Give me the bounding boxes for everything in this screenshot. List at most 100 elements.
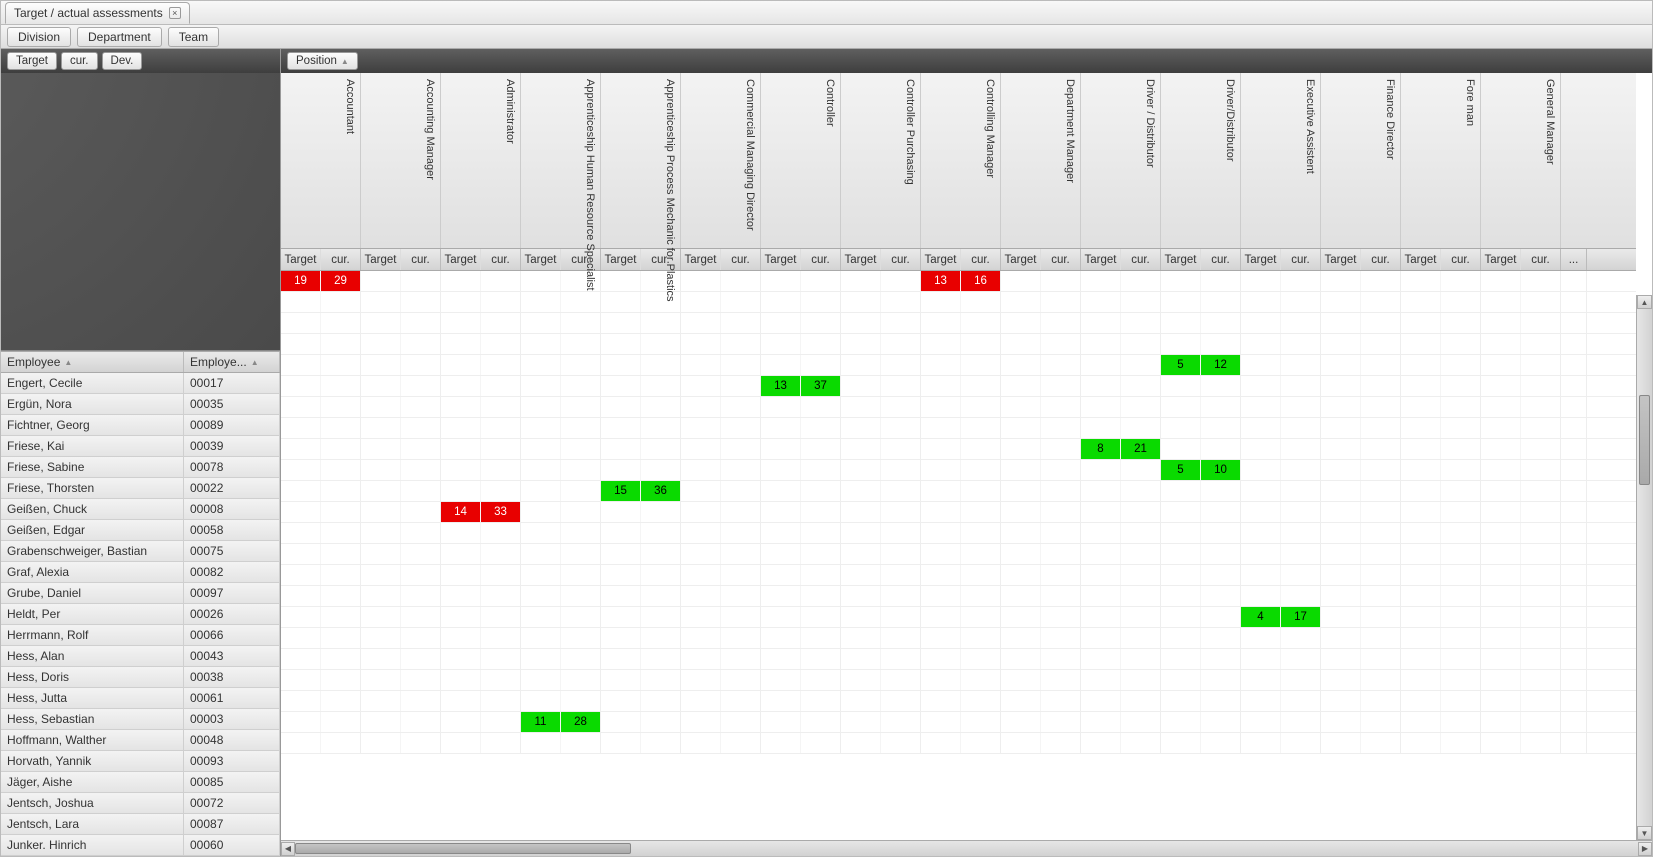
scroll-left-icon[interactable]: ◀ xyxy=(281,842,295,856)
employee-row[interactable]: Jentsch, Lara00087 xyxy=(1,814,280,835)
position-header[interactable]: Accountant xyxy=(281,73,361,248)
employee-row[interactable]: Herrmann, Rolf00066 xyxy=(1,625,280,646)
position-header[interactable]: Finance Director xyxy=(1321,73,1401,248)
employee-row[interactable]: Horvath, Yannik00093 xyxy=(1,751,280,772)
dev-chip[interactable]: Dev. xyxy=(102,52,143,70)
employee-no-cell: 00085 xyxy=(184,772,280,792)
cur-header[interactable]: cur. xyxy=(401,249,440,270)
target-header[interactable]: Target xyxy=(1401,249,1441,270)
grid-cell-group xyxy=(1401,649,1481,669)
cur-header[interactable]: cur. xyxy=(881,249,920,270)
position-header[interactable]: Driver/Distributor xyxy=(1161,73,1241,248)
employee-row[interactable]: Hess, Sebastian00003 xyxy=(1,709,280,730)
horizontal-scroll-track[interactable] xyxy=(295,841,1638,856)
target-header[interactable]: Target xyxy=(761,249,801,270)
cur-header[interactable]: cur. xyxy=(1281,249,1320,270)
position-header[interactable]: Administrator xyxy=(441,73,521,248)
position-grouper[interactable]: Position xyxy=(287,52,358,70)
employee-row[interactable]: Hoffmann, Walther00048 xyxy=(1,730,280,751)
extra-columns-header[interactable]: ... xyxy=(1561,249,1587,270)
target-header[interactable]: Target xyxy=(1241,249,1281,270)
target-value-cell: 5 xyxy=(1161,355,1201,375)
position-header[interactable]: Controlling Manager xyxy=(921,73,1001,248)
target-header[interactable]: Target xyxy=(1081,249,1121,270)
employee-row[interactable]: Friese, Thorsten00022 xyxy=(1,478,280,499)
employee-row[interactable]: Hess, Alan00043 xyxy=(1,646,280,667)
cur-value-cell xyxy=(1121,649,1160,669)
position-header[interactable]: Executive Assistent xyxy=(1241,73,1321,248)
target-header[interactable]: Target xyxy=(681,249,721,270)
scroll-up-icon[interactable]: ▲ xyxy=(1637,295,1652,309)
position-header[interactable]: Commercial Managing Director xyxy=(681,73,761,248)
cur-header[interactable]: cur. xyxy=(321,249,360,270)
employee-row[interactable]: Hess, Doris00038 xyxy=(1,667,280,688)
cur-header[interactable]: cur. xyxy=(1361,249,1400,270)
cur-value-cell xyxy=(1521,481,1560,501)
position-header[interactable]: Accounting Manager xyxy=(361,73,441,248)
target-header[interactable]: Target xyxy=(441,249,481,270)
employee-row[interactable]: Geißen, Chuck00008 xyxy=(1,499,280,520)
target-header[interactable]: Target xyxy=(281,249,321,270)
employee-row[interactable]: Ergün, Nora00035 xyxy=(1,394,280,415)
cur-header[interactable]: cur. xyxy=(1441,249,1480,270)
position-header[interactable]: General Manager xyxy=(1481,73,1561,248)
cur-header[interactable]: cur. xyxy=(1041,249,1080,270)
horizontal-scroll-thumb[interactable] xyxy=(295,843,631,854)
target-header[interactable]: Target xyxy=(1321,249,1361,270)
target-value-cell xyxy=(1081,481,1121,501)
employee-row[interactable]: Fichtner, Georg00089 xyxy=(1,415,280,436)
target-header[interactable]: Target xyxy=(361,249,401,270)
close-icon[interactable]: × xyxy=(169,7,181,19)
employee-row[interactable]: Geißen, Edgar00058 xyxy=(1,520,280,541)
employee-row[interactable]: Graf, Alexia00082 xyxy=(1,562,280,583)
employee-column-header[interactable]: Employee xyxy=(1,352,184,372)
target-header[interactable]: Target xyxy=(1161,249,1201,270)
cur-header[interactable]: cur. xyxy=(801,249,840,270)
position-header[interactable]: Controller xyxy=(761,73,841,248)
cur-header[interactable]: cur. xyxy=(1521,249,1560,270)
position-header[interactable]: Driver / Distributor xyxy=(1081,73,1161,248)
target-header[interactable]: Target xyxy=(1481,249,1521,270)
scroll-right-icon[interactable]: ▶ xyxy=(1638,842,1652,856)
document-tab[interactable]: Target / actual assessments × xyxy=(5,2,190,24)
team-button[interactable]: Team xyxy=(168,27,219,47)
division-button[interactable]: Division xyxy=(7,27,71,47)
target-header[interactable]: Target xyxy=(601,249,641,270)
employee-row[interactable]: Junker. Hinrich00060 xyxy=(1,835,280,856)
employee-row[interactable]: Grabenschweiger, Bastian00075 xyxy=(1,541,280,562)
employee-row[interactable]: Friese, Sabine00078 xyxy=(1,457,280,478)
cur-header[interactable]: cur. xyxy=(1201,249,1240,270)
cur-value-cell xyxy=(401,628,440,648)
employee-no-column-header[interactable]: Employe... xyxy=(184,352,280,372)
employee-row[interactable]: Hess, Jutta00061 xyxy=(1,688,280,709)
position-header[interactable]: Controller Purchasing xyxy=(841,73,921,248)
position-header[interactable]: Department Manager xyxy=(1001,73,1081,248)
employee-row[interactable]: Heldt, Per00026 xyxy=(1,604,280,625)
employee-row[interactable]: Friese, Kai00039 xyxy=(1,436,280,457)
vertical-scrollbar[interactable]: ▲ ▼ xyxy=(1636,295,1652,840)
cur-header[interactable]: cur. xyxy=(1121,249,1160,270)
employee-row[interactable]: Jentsch, Joshua00072 xyxy=(1,793,280,814)
position-header[interactable]: Apprenticeship Human Resource Specialist xyxy=(521,73,601,248)
cur-value-cell xyxy=(881,334,920,354)
cur-chip[interactable]: cur. xyxy=(61,52,98,70)
target-header[interactable]: Target xyxy=(921,249,961,270)
cur-header[interactable]: cur. xyxy=(481,249,520,270)
department-button[interactable]: Department xyxy=(77,27,162,47)
cur-value-cell xyxy=(481,649,520,669)
target-header[interactable]: Target xyxy=(1001,249,1041,270)
employee-row[interactable]: Engert, Cecile00017 xyxy=(1,373,280,394)
scroll-down-icon[interactable]: ▼ xyxy=(1637,826,1652,840)
employee-row[interactable]: Grube, Daniel00097 xyxy=(1,583,280,604)
position-header[interactable]: Fore man xyxy=(1401,73,1481,248)
position-header[interactable]: Apprenticeship Process Mechanic for Plas… xyxy=(601,73,681,248)
cur-header[interactable]: cur. xyxy=(961,249,1000,270)
cur-header[interactable]: cur. xyxy=(721,249,760,270)
target-header[interactable]: Target xyxy=(841,249,881,270)
target-value-cell xyxy=(681,523,721,543)
vertical-scroll-thumb[interactable] xyxy=(1639,395,1650,485)
target-chip[interactable]: Target xyxy=(7,52,57,70)
target-header[interactable]: Target xyxy=(521,249,561,270)
employee-row[interactable]: Jäger, Aishe00085 xyxy=(1,772,280,793)
horizontal-scrollbar[interactable]: ◀ ▶ xyxy=(281,840,1652,856)
